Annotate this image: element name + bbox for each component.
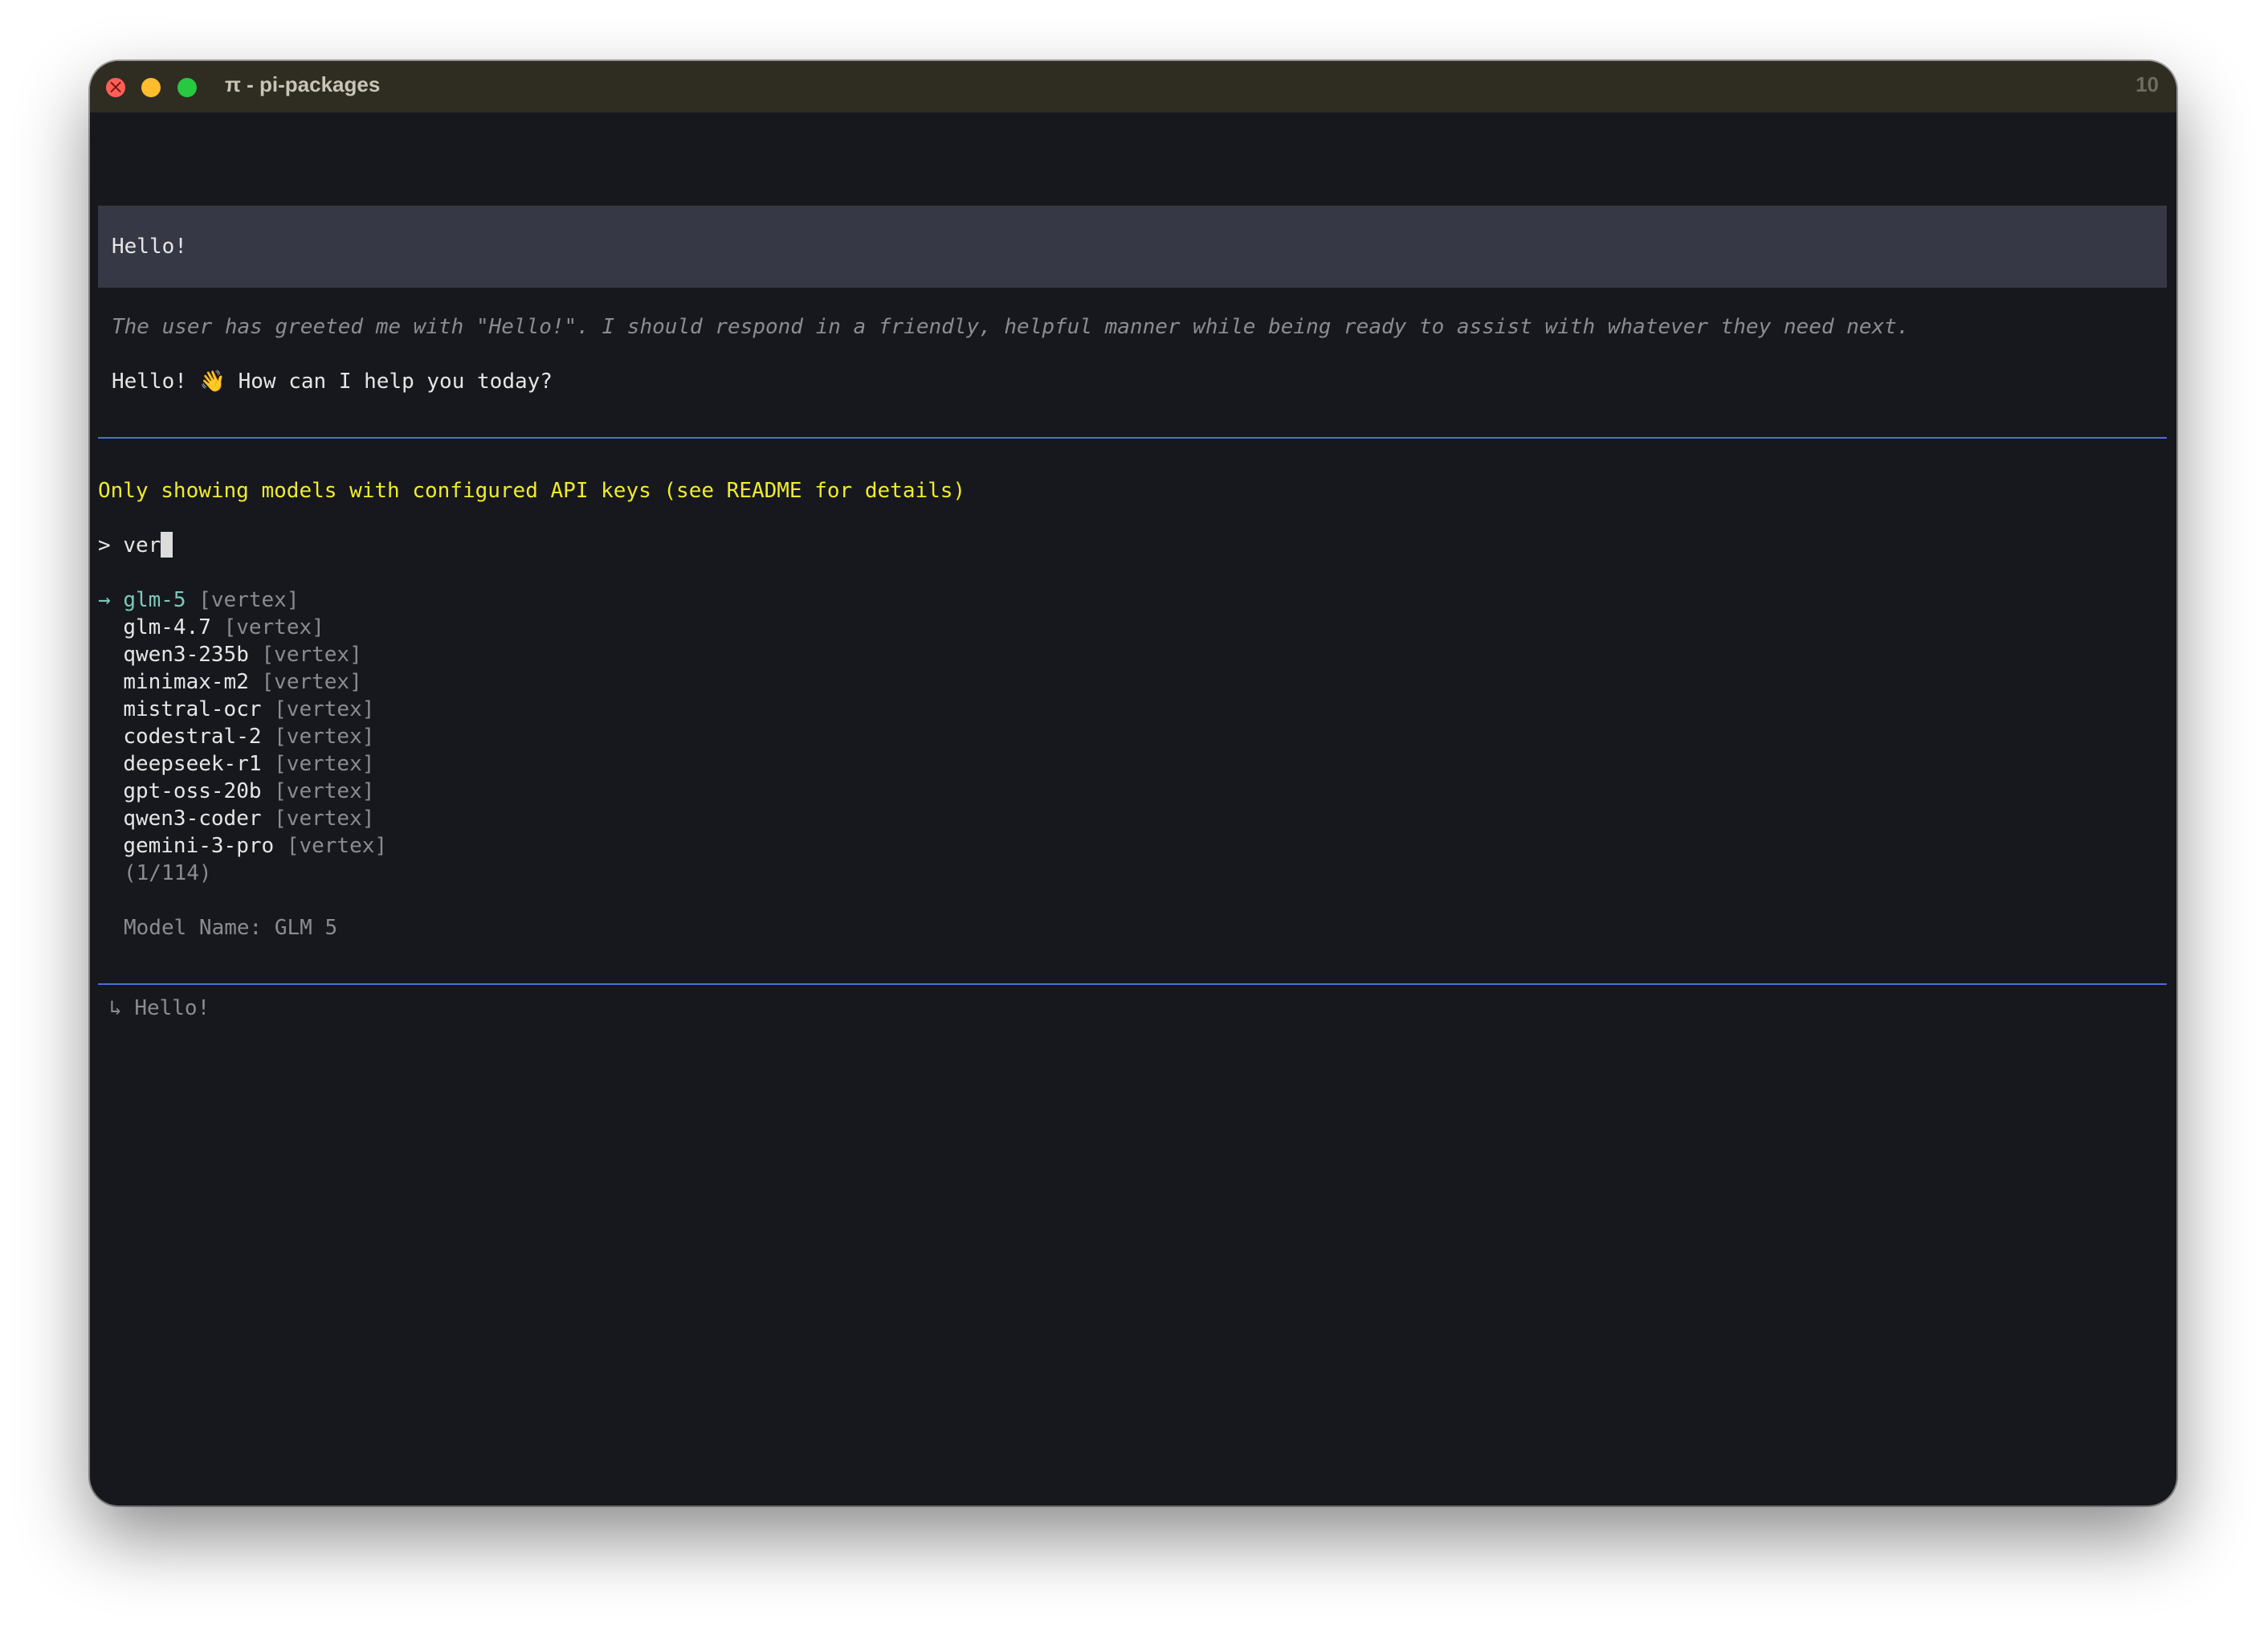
maximize-window-button[interactable] — [177, 78, 197, 97]
model-provider: [vertex] — [274, 752, 375, 776]
user-message-block — [98, 206, 2167, 288]
search-query: ver — [123, 533, 161, 558]
assistant-reply: Hello! 👋 How can I help you today? — [112, 370, 553, 394]
return-arrow-icon: ↳ — [109, 996, 122, 1020]
model-list-item[interactable]: gemini-3-pro [vertex] — [98, 832, 387, 860]
separator-top — [98, 437, 2167, 439]
model-provider: [vertex] — [274, 725, 375, 749]
model-provider: [vertex] — [198, 588, 300, 612]
tab-count: 10 — [2135, 72, 2159, 96]
model-search-input[interactable]: > ver — [98, 531, 173, 559]
api-keys-notice: Only showing models with configured API … — [98, 479, 966, 503]
title-bar: π - pi-packages 10 — [90, 61, 2176, 112]
model-name-detail: Model Name: GLM 5 — [124, 916, 338, 940]
model-list-item[interactable]: deepseek-r1 [vertex] — [98, 750, 374, 778]
model-name: deepseek-r1 — [123, 752, 262, 776]
model-name: qwen3-coder — [123, 807, 262, 831]
model-name: mistral-ocr — [123, 697, 262, 721]
selection-arrow-icon: → — [98, 588, 111, 612]
queued-message-text: Hello! — [134, 996, 210, 1020]
model-provider: [vertex] — [223, 615, 324, 639]
model-name: codestral-2 — [123, 725, 262, 749]
model-name: qwen3-235b — [123, 643, 249, 667]
model-list-item[interactable]: minimax-m2 [vertex] — [98, 668, 362, 696]
model-list-item[interactable]: qwen3-235b [vertex] — [98, 641, 362, 668]
model-provider: [vertex] — [274, 779, 375, 803]
model-provider: [vertex] — [261, 643, 362, 667]
queued-message[interactable]: ↳ Hello! — [109, 995, 210, 1022]
model-list-item[interactable]: gpt-oss-20b [vertex] — [98, 778, 374, 805]
minimize-window-button[interactable] — [141, 78, 161, 97]
terminal-window: π - pi-packages 10 Hello! The user has g… — [90, 61, 2176, 1505]
separator-bottom — [98, 983, 2167, 985]
text-cursor — [161, 531, 173, 558]
model-list-item[interactable]: mistral-ocr [vertex] — [98, 696, 374, 723]
model-list-item[interactable]: glm-4.7 [vertex] — [98, 614, 324, 641]
model-provider: [vertex] — [261, 670, 362, 694]
close-window-button[interactable] — [106, 75, 125, 99]
user-message: Hello! — [112, 235, 187, 259]
model-list-item[interactable]: codestral-2 [vertex] — [98, 723, 374, 750]
model-provider: [vertex] — [274, 807, 375, 831]
model-name: gemini-3-pro — [123, 834, 275, 858]
prompt-symbol: > — [98, 533, 111, 558]
model-list-item[interactable]: qwen3-coder [vertex] — [98, 805, 374, 832]
thinking-text: The user has greeted me with "Hello!". I… — [112, 315, 1910, 339]
model-list-item[interactable]: → glm-5 [vertex] — [98, 586, 299, 614]
model-provider: [vertex] — [274, 697, 375, 721]
terminal-content[interactable]: Hello! The user has greeted me with "Hel… — [90, 112, 2176, 1505]
model-name: glm-4.7 — [123, 615, 211, 639]
model-provider: [vertex] — [286, 834, 388, 858]
model-name: minimax-m2 — [123, 670, 249, 694]
model-name: gpt-oss-20b — [123, 779, 262, 803]
window-title: π - pi-packages — [225, 72, 381, 96]
model-name: glm-5 — [123, 588, 186, 612]
pagination-indicator: (1/114) — [124, 861, 212, 885]
